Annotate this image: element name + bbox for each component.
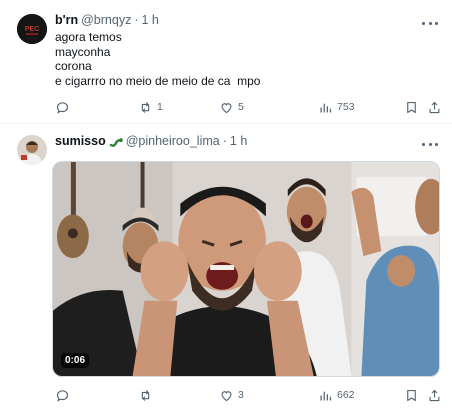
repost-icon [141, 389, 150, 401]
like-count: 5 [238, 101, 244, 113]
like-icon [221, 390, 232, 401]
author-handle[interactable]: @pinheiroo_lima [126, 134, 220, 148]
action-bar: 3 662 [55, 386, 443, 404]
separator-dot: · [134, 13, 139, 27]
bookmark-icon [407, 101, 416, 113]
timestamp[interactable]: 1 h [230, 134, 247, 148]
like-count: 3 [238, 389, 244, 401]
reply-button[interactable] [55, 386, 74, 404]
repost-icon [141, 101, 150, 113]
like-button[interactable]: 3 [219, 386, 244, 404]
views-icon [320, 391, 332, 400]
action-bar: 1 5 753 [55, 98, 443, 116]
separator-dot: · [222, 134, 227, 148]
tweet-1[interactable]: PEC b'rn @brnqyz · 1 h agora temos mayco… [0, 0, 452, 124]
video-thumbnail [53, 162, 439, 376]
snake-emoji-icon [109, 135, 123, 147]
video-player[interactable]: 0:06 [52, 161, 440, 377]
views-button[interactable]: 662 [318, 386, 355, 404]
tweet-text-line: mayconha [55, 44, 111, 59]
repost-count: 1 [157, 101, 163, 113]
avatar[interactable]: PEC [17, 14, 47, 44]
like-button[interactable]: 5 [219, 98, 244, 116]
reply-button[interactable] [55, 98, 74, 116]
tweet-2[interactable]: sumisso @pinheiroo_lima · 1 h 0:06 3 662 [0, 125, 452, 411]
more-icon[interactable] [422, 137, 438, 151]
bookmark-button[interactable] [404, 386, 419, 404]
tweet-text-line: corona [55, 59, 92, 73]
views-button[interactable]: 753 [318, 98, 355, 116]
more-icon[interactable] [422, 16, 438, 30]
share-icon [429, 101, 440, 113]
like-icon [221, 102, 232, 113]
views-count: 753 [337, 101, 355, 113]
svg-text:PEC: PEC [25, 26, 39, 33]
tweet-header: sumisso @pinheiroo_lima · 1 h [55, 134, 247, 148]
reply-icon [56, 101, 69, 114]
views-count: 662 [337, 389, 355, 401]
timestamp[interactable]: 1 h [142, 13, 159, 27]
author-handle[interactable]: @brnqyz [81, 13, 131, 27]
repost-button[interactable] [138, 386, 157, 404]
video-duration: 0:06 [61, 353, 90, 368]
avatar[interactable] [17, 135, 47, 165]
views-icon [320, 103, 332, 112]
repost-button[interactable]: 1 [138, 98, 163, 116]
bookmark-icon [407, 389, 416, 401]
bookmark-button[interactable] [404, 98, 419, 116]
share-icon [429, 389, 440, 401]
tweet-text-line: e cigarrro no meio de meio de ca mpo [55, 73, 261, 88]
share-button[interactable] [427, 98, 442, 116]
tweet-text: agora temos mayconha corona e cigarrro n… [55, 30, 260, 88]
author-name[interactable]: sumisso [55, 134, 106, 148]
tweet-header: b'rn @brnqyz · 1 h [55, 13, 159, 27]
reply-icon [56, 389, 69, 402]
author-name[interactable]: b'rn [55, 13, 78, 27]
tweet-text-line: agora temos [55, 30, 122, 44]
share-button[interactable] [427, 386, 442, 404]
